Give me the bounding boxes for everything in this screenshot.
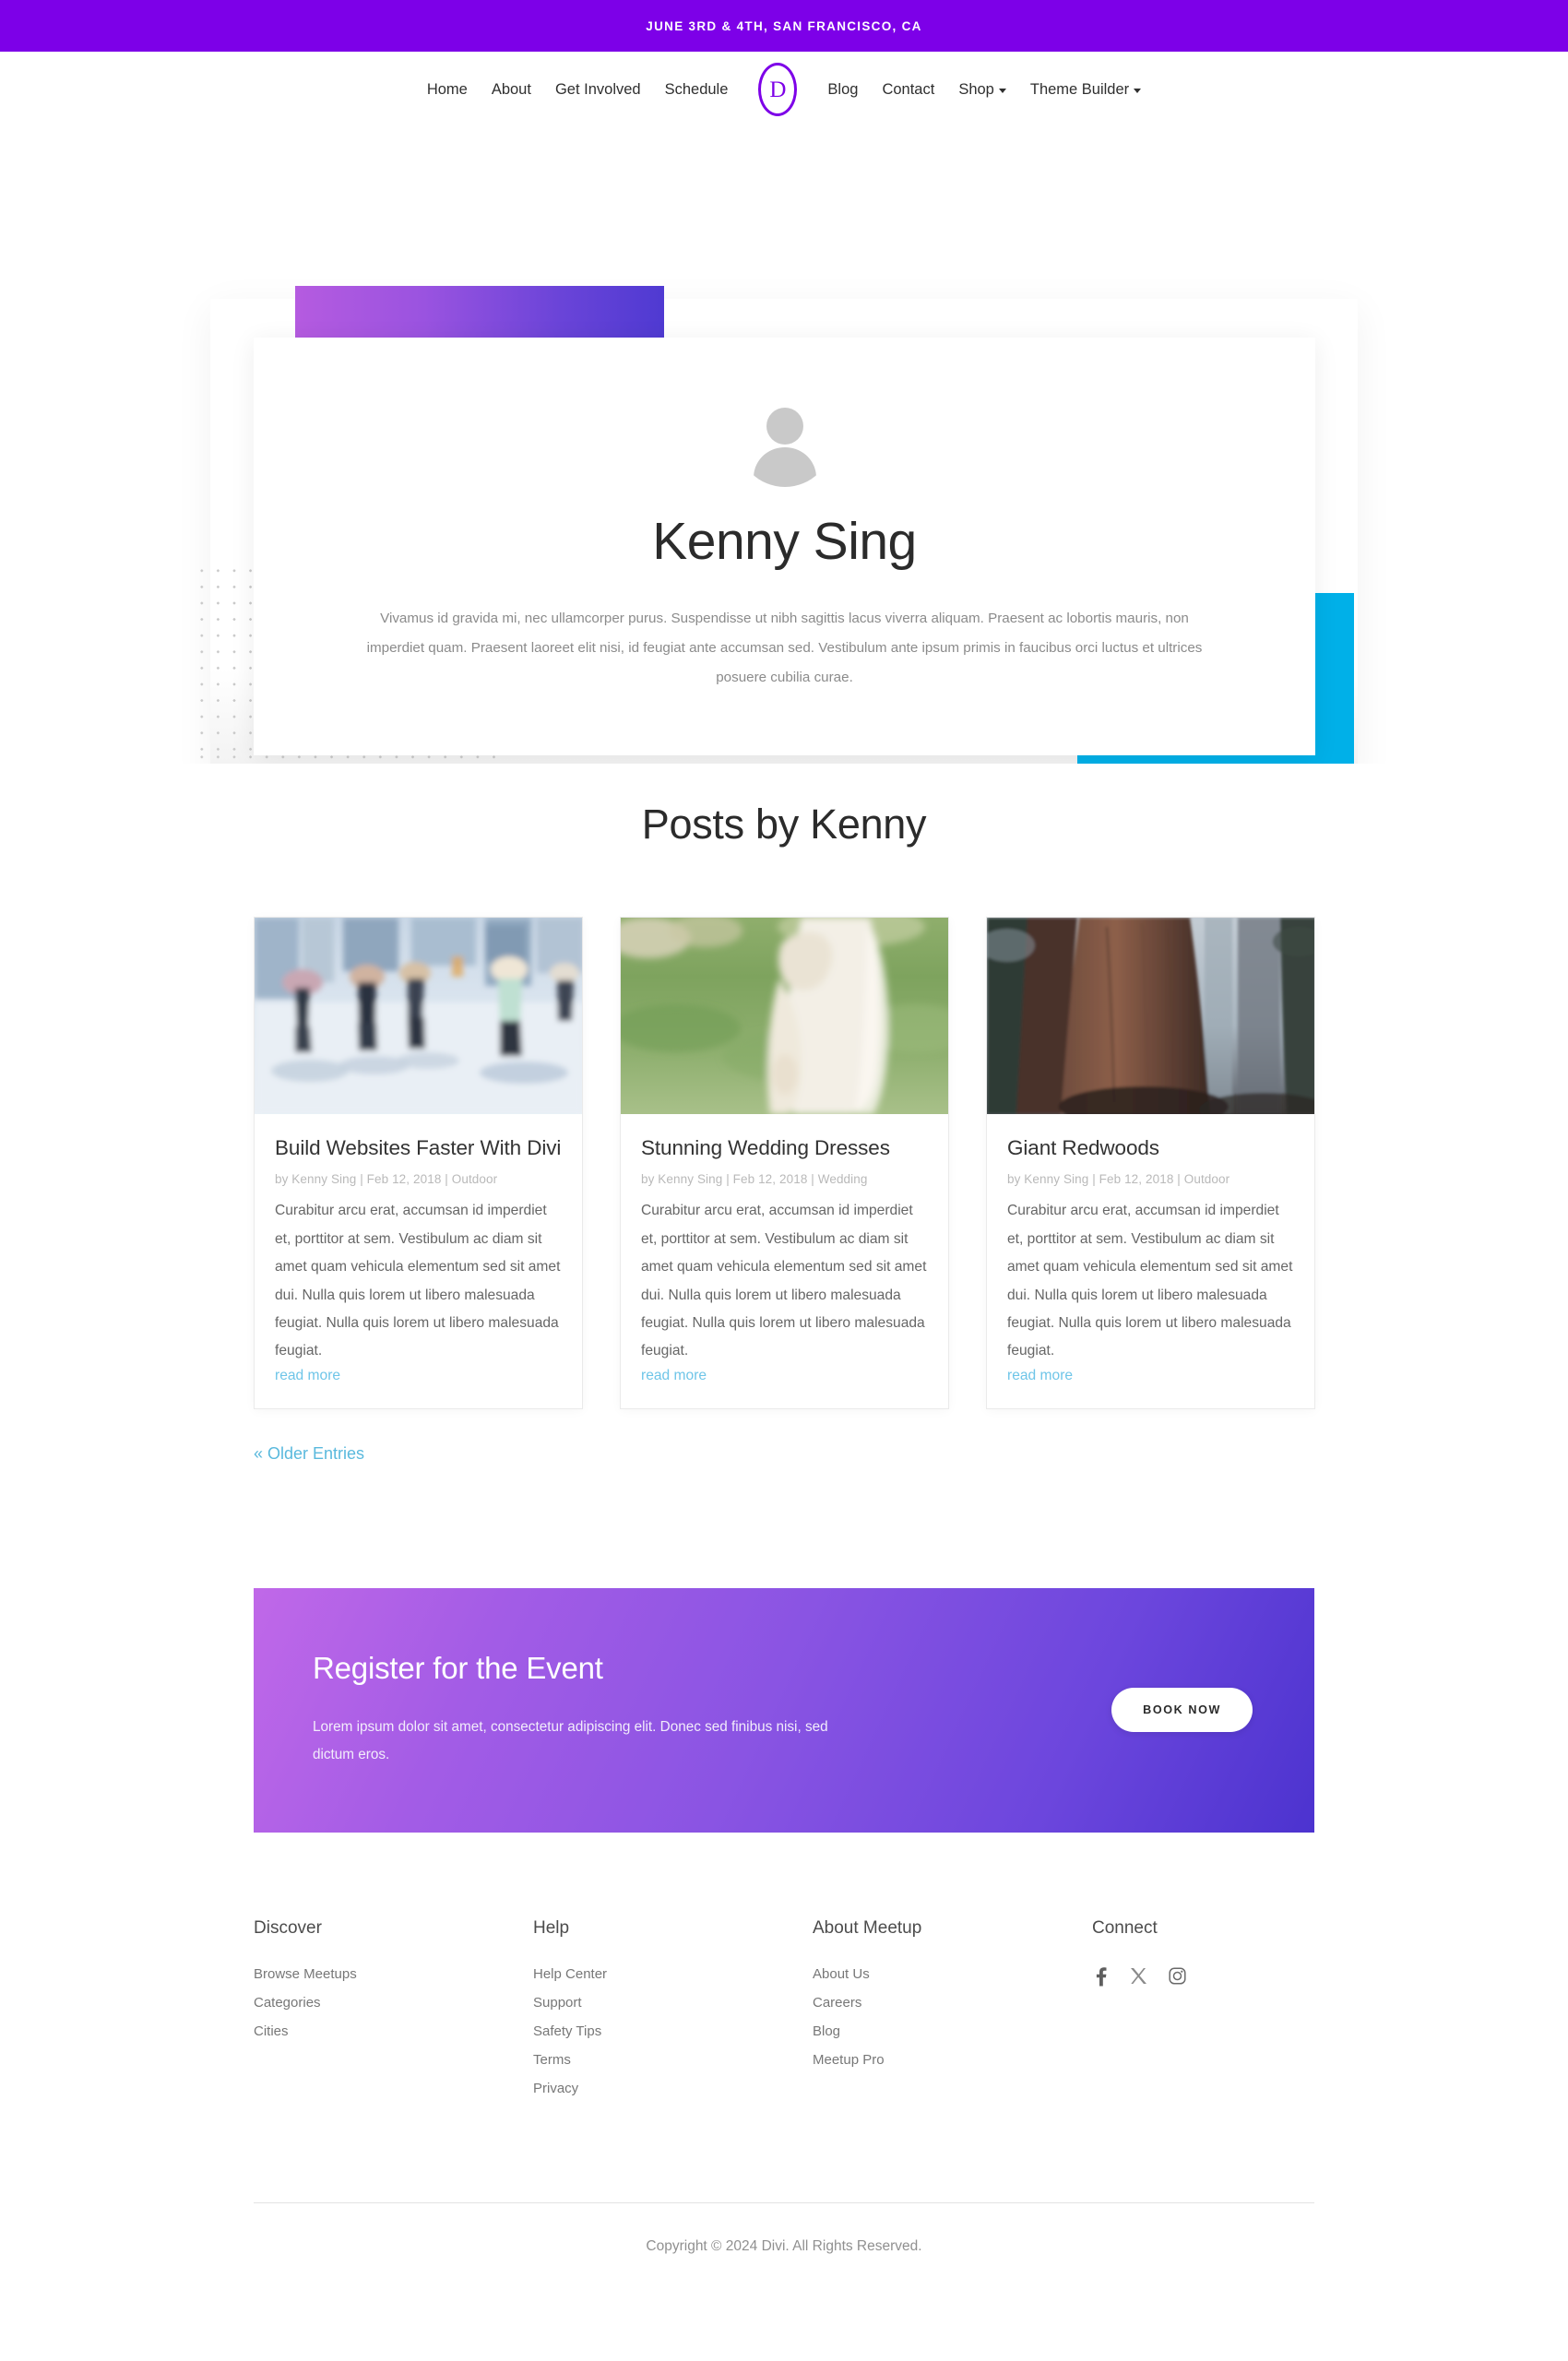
cta-banner: Register for the Event Lorem ipsum dolor… xyxy=(254,1587,1314,1833)
posts-grid: Build Websites Faster With Divi by Kenny… xyxy=(254,917,1315,1409)
facebook-icon[interactable] xyxy=(1092,1966,1109,1987)
post-title[interactable]: Giant Redwoods xyxy=(1007,1134,1294,1162)
chevron-down-icon xyxy=(1134,88,1142,93)
nav-items-container: Home About Get Involved Schedule D Blog … xyxy=(415,62,1153,117)
post-meta: by Kenny Sing | Feb 12, 2018 | Wedding xyxy=(641,1172,868,1187)
post-card-body: Stunning Wedding Dresses by Kenny Sing |… xyxy=(621,1114,948,1408)
footer-link-support[interactable]: Support xyxy=(533,1995,813,2011)
read-more-link[interactable]: read more xyxy=(275,1368,340,1384)
nav-item-schedule[interactable]: Schedule xyxy=(653,81,741,99)
footer-link-browse-meetups[interactable]: Browse Meetups xyxy=(254,1966,533,1982)
posts-section: Posts by Kenny Build Websites Faster Wit… xyxy=(0,764,1568,1464)
social-links xyxy=(1092,1966,1314,1987)
post-card-body: Giant Redwoods by Kenny Sing | Feb 12, 2… xyxy=(987,1114,1314,1408)
footer-link-about-us[interactable]: About Us xyxy=(813,1966,1092,1982)
nav-item-about[interactable]: About xyxy=(480,81,543,99)
post-meta: by Kenny Sing | Feb 12, 2018 | Outdoor xyxy=(1007,1172,1230,1187)
post-card-body: Build Websites Faster With Divi by Kenny… xyxy=(255,1114,582,1408)
post-excerpt: Curabitur arcu erat, accumsan id imperdi… xyxy=(1007,1203,1293,1359)
footer-column-discover: Discover Browse Meetups Categories Citie… xyxy=(254,1918,533,2109)
footer-link-safety-tips[interactable]: Safety Tips xyxy=(533,2023,813,2039)
avatar xyxy=(736,391,833,487)
nav-item-shop[interactable]: Shop xyxy=(946,81,1018,99)
nav-item-blog[interactable]: Blog xyxy=(815,81,870,99)
post-thumbnail-bride-lawn[interactable] xyxy=(621,918,948,1114)
posts-heading: Posts by Kenny xyxy=(641,801,927,848)
post-title[interactable]: Build Websites Faster With Divi xyxy=(275,1134,562,1162)
announcement-bar: JUNE 3RD & 4TH, SAN FRANCISCO, CA xyxy=(0,0,1568,52)
footer-link-meetup-pro[interactable]: Meetup Pro xyxy=(813,2052,1092,2068)
post-meta: by Kenny Sing | Feb 12, 2018 | Outdoor xyxy=(275,1172,498,1187)
site-footer: Discover Browse Meetups Categories Citie… xyxy=(254,1918,1314,2109)
post-thumbnail-redwood-forest[interactable] xyxy=(987,918,1314,1114)
divi-logo[interactable]: D xyxy=(756,62,799,117)
main-navigation: Home About Get Involved Schedule D Blog … xyxy=(0,52,1568,127)
nav-item-get-involved[interactable]: Get Involved xyxy=(543,81,653,99)
x-twitter-icon[interactable] xyxy=(1130,1967,1147,1985)
footer-column-about-meetup: About Meetup About Us Careers Blog Meetu… xyxy=(813,1918,1092,2109)
footer-column-title: Help xyxy=(533,1917,570,1938)
post-card[interactable]: Stunning Wedding Dresses by Kenny Sing |… xyxy=(620,917,949,1409)
footer-column-connect: Connect xyxy=(1092,1918,1314,2109)
footer-link-blog[interactable]: Blog xyxy=(813,2023,1092,2039)
footer-link-categories[interactable]: Categories xyxy=(254,1995,533,2011)
read-more-link[interactable]: read more xyxy=(641,1368,707,1384)
footer-column-title: Connect xyxy=(1092,1917,1158,1938)
post-excerpt: Curabitur arcu erat, accumsan id imperdi… xyxy=(641,1203,927,1359)
nav-item-label: Schedule xyxy=(664,80,729,98)
nav-item-label: Shop xyxy=(958,80,994,98)
user-silhouette-icon xyxy=(736,391,833,487)
footer-link-terms[interactable]: Terms xyxy=(533,2052,813,2068)
post-thumbnail-city-crosswalk[interactable] xyxy=(255,918,582,1114)
read-more-link[interactable]: read more xyxy=(1007,1368,1073,1384)
post-card[interactable]: Giant Redwoods by Kenny Sing | Feb 12, 2… xyxy=(986,917,1315,1409)
chevron-down-icon xyxy=(998,88,1006,93)
cta-text-group: Register for the Event Lorem ipsum dolor… xyxy=(313,1651,903,1770)
older-entries-link[interactable]: « Older Entries xyxy=(254,1444,1314,1464)
footer-column-help: Help Help Center Support Safety Tips Ter… xyxy=(533,1918,813,2109)
announcement-text: JUNE 3RD & 4TH, SAN FRANCISCO, CA xyxy=(646,18,922,33)
post-excerpt: Curabitur arcu erat, accumsan id imperdi… xyxy=(275,1203,561,1359)
logo-letter: D xyxy=(769,77,787,102)
nav-item-label: About xyxy=(491,80,531,98)
footer-column-title: About Meetup xyxy=(813,1917,922,1938)
footer-link-cities[interactable]: Cities xyxy=(254,2023,533,2039)
post-card[interactable]: Build Websites Faster With Divi by Kenny… xyxy=(254,917,583,1409)
nav-item-theme-builder[interactable]: Theme Builder xyxy=(1018,81,1153,99)
nav-item-label: Theme Builder xyxy=(1029,80,1130,98)
footer-link-privacy[interactable]: Privacy xyxy=(533,2081,813,2096)
post-title[interactable]: Stunning Wedding Dresses xyxy=(641,1134,928,1162)
nav-item-label: Home xyxy=(426,80,468,98)
profile-bio: Vivamus id gravida mi, nec ullamcorper p… xyxy=(366,610,1203,685)
footer-column-title: Discover xyxy=(254,1917,322,1938)
page-title: Kenny Sing xyxy=(652,512,917,571)
footer-link-careers[interactable]: Careers xyxy=(813,1995,1092,2011)
nav-item-label: Get Involved xyxy=(554,80,641,98)
footer-link-help-center[interactable]: Help Center xyxy=(533,1966,813,1982)
nav-item-home[interactable]: Home xyxy=(415,81,480,99)
book-now-button[interactable]: BOOK NOW xyxy=(1111,1688,1253,1733)
copyright-text: Copyright © 2024 Divi. All Rights Reserv… xyxy=(646,2237,922,2254)
nav-item-contact[interactable]: Contact xyxy=(870,81,946,99)
cta-subtitle: Lorem ipsum dolor sit amet, consectetur … xyxy=(313,1718,828,1763)
nav-item-label: Blog xyxy=(827,80,859,98)
instagram-icon[interactable] xyxy=(1169,1967,1186,1985)
cta-section: Register for the Event Lorem ipsum dolor… xyxy=(254,1587,1314,1833)
decorative-gradient-bar xyxy=(295,286,664,341)
profile-card: Kenny Sing Vivamus id gravida mi, nec ul… xyxy=(254,338,1315,755)
hero-section: Kenny Sing Vivamus id gravida mi, nec ul… xyxy=(0,127,1568,764)
nav-item-label: Contact xyxy=(882,80,935,98)
cta-title: Register for the Event xyxy=(313,1650,603,1685)
footer-columns: Discover Browse Meetups Categories Citie… xyxy=(254,1918,1314,2109)
